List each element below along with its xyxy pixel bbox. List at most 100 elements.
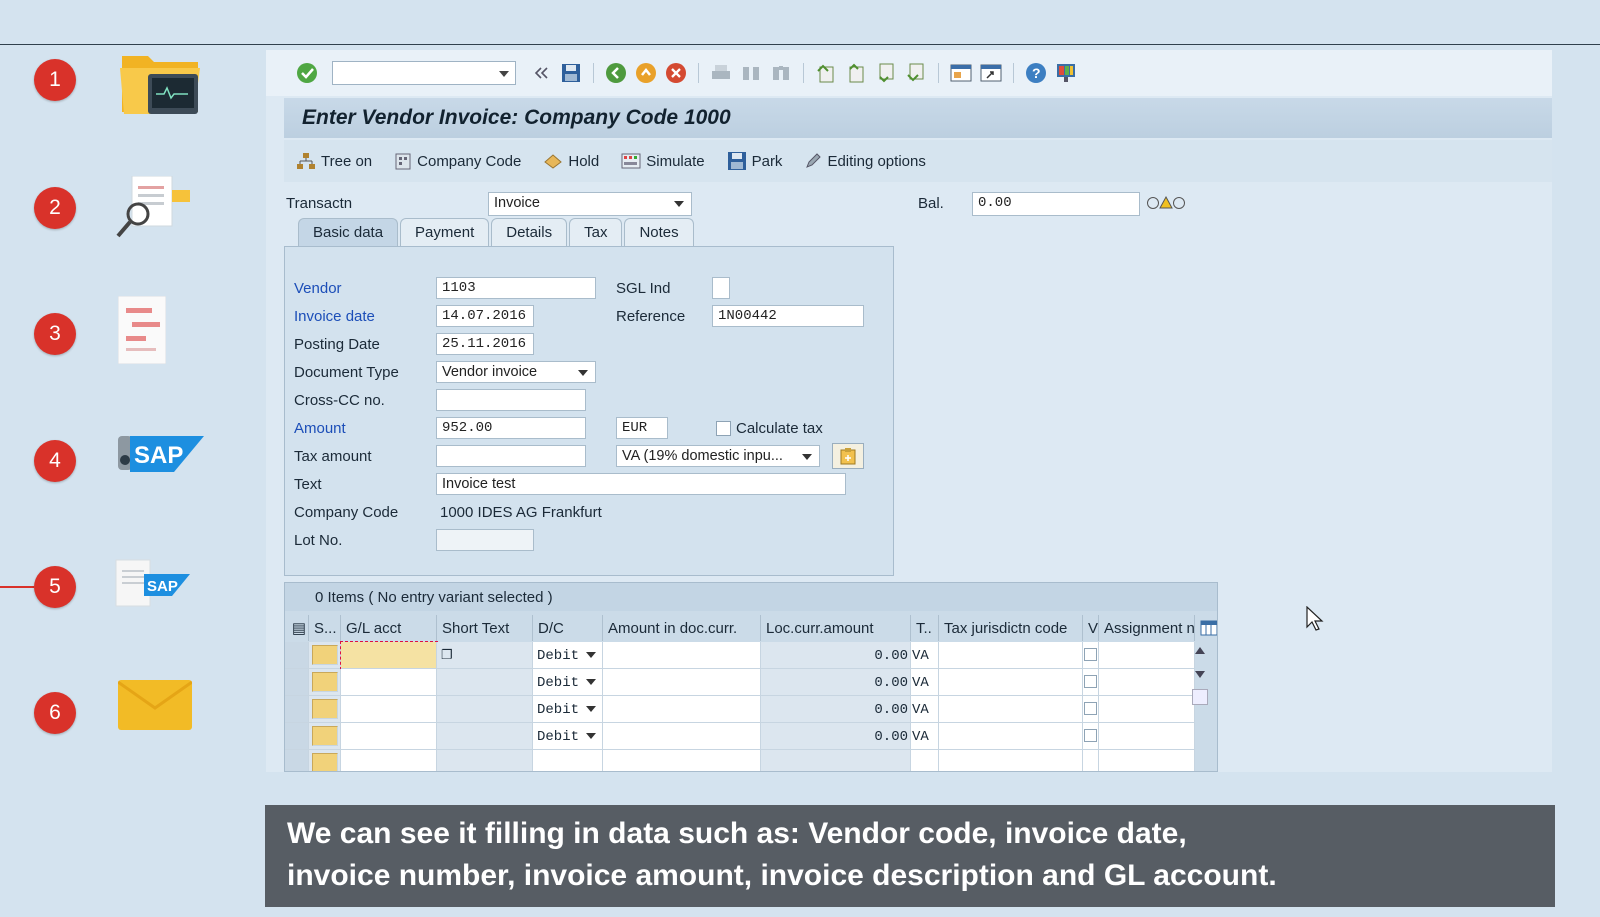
tax-code-cell[interactable]: VA <box>911 642 939 669</box>
short-text-cell[interactable] <box>437 669 533 696</box>
col-status[interactable]: S... <box>309 615 341 641</box>
v-checkbox-cell[interactable] <box>1083 669 1099 696</box>
find-icon[interactable] <box>740 62 762 84</box>
amount-doc-cell[interactable] <box>603 723 761 750</box>
dc-cell[interactable]: Debit <box>533 642 603 669</box>
col-assignment[interactable]: Assignment n <box>1099 615 1195 641</box>
col-v[interactable]: V <box>1083 615 1099 641</box>
gl-acct-cell[interactable] <box>341 723 437 750</box>
exit-icon[interactable] <box>635 62 657 84</box>
tax-jurisdiction-cell[interactable] <box>939 669 1083 696</box>
tab-basic-data[interactable]: Basic data <box>298 218 399 246</box>
editing-options-button[interactable]: Editing options <box>804 152 926 170</box>
copy-icon[interactable]: ❐ <box>441 647 453 663</box>
gl-acct-cell[interactable] <box>341 696 437 723</box>
row-selector[interactable] <box>285 669 309 696</box>
col-tax-jurisdiction[interactable]: Tax jurisdictn code <box>939 615 1083 641</box>
col-dc[interactable]: D/C <box>533 615 603 641</box>
reference-field[interactable]: 1N00442 <box>712 305 864 327</box>
tab-details[interactable]: Details <box>491 218 568 246</box>
amount-label[interactable]: Amount <box>294 420 346 437</box>
tax-jurisdiction-cell[interactable] <box>939 696 1083 723</box>
find-next-icon[interactable] <box>770 62 792 84</box>
v-checkbox-cell[interactable] <box>1083 642 1099 669</box>
cancel-icon[interactable] <box>665 62 687 84</box>
next-page-icon[interactable] <box>875 62 897 84</box>
help-icon[interactable]: ? <box>1025 62 1047 84</box>
lot-no-field[interactable] <box>436 529 534 551</box>
simulate-button[interactable]: Simulate <box>621 152 705 170</box>
row-selector[interactable] <box>285 723 309 750</box>
layout-icon[interactable] <box>1055 62 1077 84</box>
currency-field[interactable]: EUR <box>616 417 668 439</box>
tab-notes[interactable]: Notes <box>624 218 694 246</box>
back-icon[interactable] <box>605 62 627 84</box>
short-text-cell[interactable] <box>437 723 533 750</box>
v-checkbox-cell[interactable] <box>1083 723 1099 750</box>
assignment-cell[interactable] <box>1099 723 1195 750</box>
dc-cell[interactable]: Debit <box>533 696 603 723</box>
new-session-icon[interactable] <box>950 62 972 84</box>
sgl-ind-field[interactable] <box>712 277 730 299</box>
gl-acct-cell[interactable] <box>341 669 437 696</box>
short-text-cell[interactable] <box>437 696 533 723</box>
table-row[interactable] <box>285 750 1217 771</box>
table-row[interactable]: Debit 0.00 VA <box>285 696 1217 723</box>
dc-cell[interactable]: Debit <box>533 723 603 750</box>
tab-tax[interactable]: Tax <box>569 218 623 246</box>
document-type-select[interactable]: Vendor invoice <box>436 361 596 383</box>
tax-jurisdiction-cell[interactable] <box>939 723 1083 750</box>
back-double-icon[interactable] <box>530 62 552 84</box>
park-button[interactable]: Park <box>727 151 782 171</box>
table-row[interactable]: ❐ Debit 0.00 VA <box>285 641 1217 670</box>
col-amount-doc[interactable]: Amount in doc.curr. <box>603 615 761 641</box>
amount-field[interactable]: 952.00 <box>436 417 586 439</box>
scroll-thumb[interactable] <box>1192 689 1208 705</box>
check-icon[interactable] <box>296 62 318 84</box>
calculate-tax-checkbox[interactable] <box>716 421 731 436</box>
prev-page-icon[interactable] <box>845 62 867 84</box>
amount-doc-cell[interactable] <box>603 642 761 669</box>
text-field[interactable]: Invoice test <box>436 473 846 495</box>
tax-code-cell[interactable]: VA <box>911 669 939 696</box>
first-page-icon[interactable] <box>815 62 837 84</box>
column-settings-icon[interactable] <box>1195 615 1217 641</box>
assignment-cell[interactable] <box>1099 669 1195 696</box>
company-code-button[interactable]: Company Code <box>394 152 521 170</box>
posting-date-field[interactable]: 25.11.2016 <box>436 333 534 355</box>
row-selector[interactable] <box>285 642 309 669</box>
command-field[interactable] <box>332 61 516 85</box>
tax-code-cell[interactable]: VA <box>911 723 939 750</box>
amount-doc-cell[interactable] <box>603 696 761 723</box>
last-page-icon[interactable] <box>905 62 927 84</box>
transactn-select[interactable]: Invoice <box>488 192 692 216</box>
row-selector[interactable] <box>285 750 309 771</box>
table-row[interactable]: Debit 0.00 VA <box>285 723 1217 750</box>
amount-doc-cell[interactable] <box>603 669 761 696</box>
assignment-cell[interactable] <box>1099 696 1195 723</box>
tax-code-select[interactable]: VA (19% domestic inpu... <box>616 445 820 467</box>
tax-code-cell[interactable]: VA <box>911 696 939 723</box>
cross-cc-field[interactable] <box>436 389 586 411</box>
hold-button[interactable]: Hold <box>543 152 599 170</box>
invoice-date-label[interactable]: Invoice date <box>294 308 375 325</box>
v-checkbox-cell[interactable] <box>1083 696 1099 723</box>
invoice-date-field[interactable]: 14.07.2016 <box>436 305 534 327</box>
tax-calculator-button[interactable] <box>832 443 864 469</box>
table-row[interactable]: Debit 0.00 VA <box>285 669 1217 696</box>
col-loc-amount[interactable]: Loc.curr.amount <box>761 615 911 641</box>
shortcut-icon[interactable] <box>980 62 1002 84</box>
tree-on-button[interactable]: Tree on <box>296 152 372 170</box>
short-text-cell[interactable]: ❐ <box>437 642 533 669</box>
save-icon[interactable] <box>560 62 582 84</box>
assignment-cell[interactable] <box>1099 642 1195 669</box>
tax-jurisdiction-cell[interactable] <box>939 642 1083 669</box>
tab-payment[interactable]: Payment <box>400 218 490 246</box>
select-all-icon[interactable]: ▤ <box>285 615 309 641</box>
tax-amount-field[interactable] <box>436 445 586 467</box>
vendor-field[interactable]: 1103 <box>436 277 596 299</box>
row-selector[interactable] <box>285 696 309 723</box>
table-vertical-scrollbar[interactable] <box>1189 643 1211 769</box>
col-gl-acct[interactable]: G/L acct <box>341 615 437 641</box>
col-tax-code[interactable]: T.. <box>911 615 939 641</box>
